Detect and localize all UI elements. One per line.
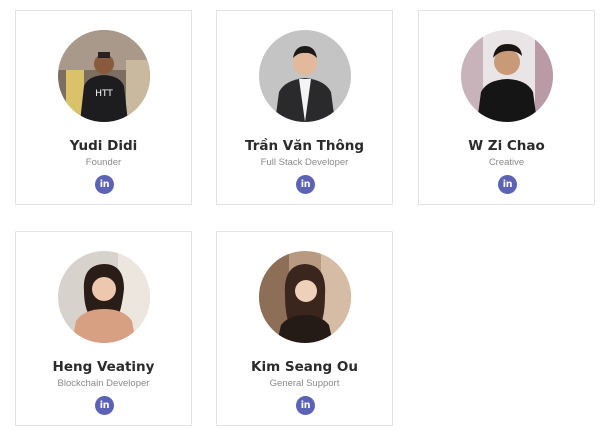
member-name: W Zi Chao (468, 138, 545, 154)
member-name: Heng Veatiny (52, 359, 155, 375)
linkedin-icon-label: in (300, 400, 311, 411)
profile-photo (259, 30, 351, 122)
member-role: Founder (85, 157, 122, 168)
member-name: Trần Văn Thông (244, 138, 365, 154)
member-name: Kim Seang Ou (251, 359, 358, 375)
profile-photo (58, 251, 150, 343)
member-role: Creative (488, 157, 525, 168)
team-card-w-zi-chao: W Zi Chao Creative in (418, 10, 595, 205)
team-card-heng-veatiny: Heng Veatiny Blockchain Developer in (15, 231, 192, 426)
profile-photo: HTT (58, 30, 150, 122)
linkedin-icon-label: in (99, 400, 110, 411)
linkedin-icon-label: in (502, 179, 513, 190)
profile-photo (461, 30, 553, 122)
team-card-tran-van-thong: Trần Văn Thông Full Stack Developer in (216, 10, 393, 205)
linkedin-icon-label: in (99, 179, 110, 190)
linkedin-icon-label: in (300, 179, 311, 190)
linkedin-icon[interactable]: in (95, 175, 114, 194)
linkedin-icon[interactable]: in (296, 396, 315, 415)
member-name: Yudi Didi (69, 138, 138, 154)
team-card-yudi-didi: HTT Yudi Didi Founder in (15, 10, 192, 205)
linkedin-icon[interactable]: in (498, 175, 517, 194)
member-role: Blockchain Developer (57, 378, 150, 389)
linkedin-icon[interactable]: in (95, 396, 114, 415)
team-card-kim-seang-ou: Kim Seang Ou General Support in (216, 231, 393, 426)
member-role: Full Stack Developer (260, 157, 349, 168)
svg-text:HTT: HTT (95, 89, 113, 99)
linkedin-icon[interactable]: in (296, 175, 315, 194)
profile-photo (259, 251, 351, 343)
member-role: General Support (269, 378, 340, 389)
